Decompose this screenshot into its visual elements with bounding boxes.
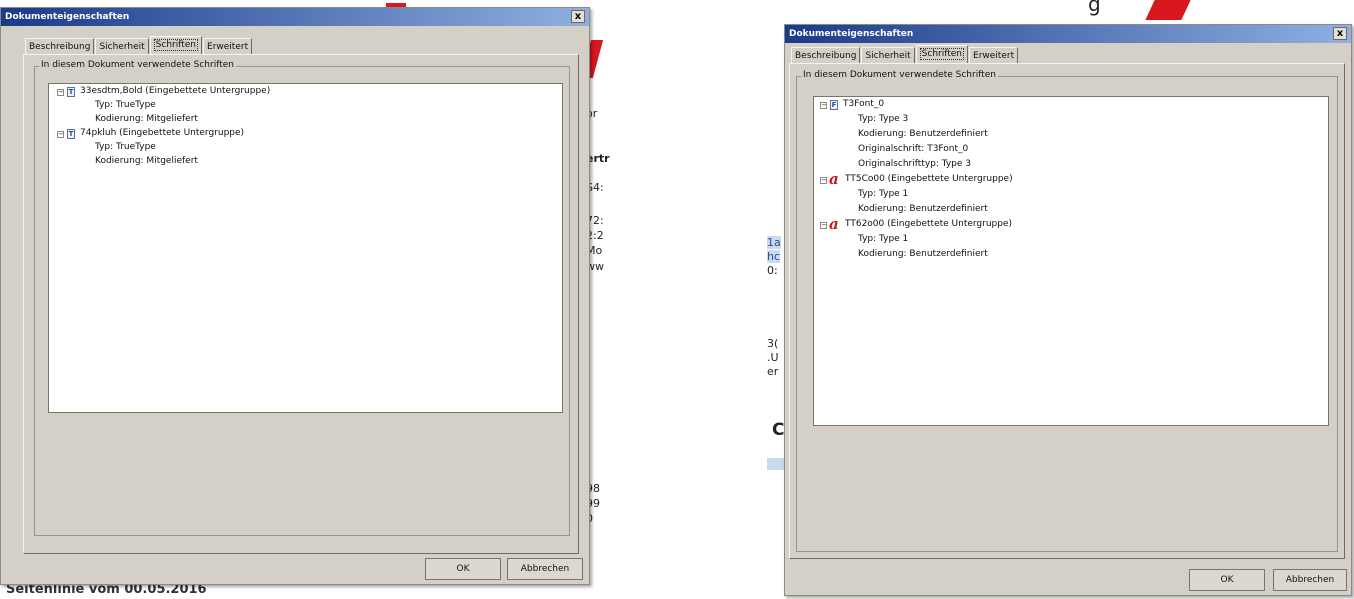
font-type: Typ: TrueType <box>95 100 156 110</box>
bg-text: hc <box>767 250 781 263</box>
tab-schriften[interactable]: Schriften <box>149 36 203 55</box>
bg-text: er <box>767 365 779 378</box>
font-encoding: Kodierung: Benutzerdefiniert <box>858 129 988 139</box>
truetype-font-icon: T <box>67 129 75 139</box>
collapse-icon[interactable]: − <box>820 222 827 229</box>
font-name[interactable]: 74pkluh (Eingebettete Untergruppe) <box>80 128 244 138</box>
font-name[interactable]: T3Font_0 <box>843 99 884 109</box>
bg-text: 3( <box>767 337 779 350</box>
tab-sicherheit[interactable]: Sicherheit <box>861 47 915 64</box>
tab-beschreibung[interactable]: Beschreibung <box>791 47 861 64</box>
font-name[interactable]: 33esdtm,Bold (Eingebettete Untergruppe) <box>80 86 270 96</box>
bg-heading: C <box>772 420 785 440</box>
tab-bar: Beschreibung Sicherheit Schriften Erweit… <box>25 36 253 55</box>
font-tree[interactable]: − T 33esdtm,Bold (Eingebettete Untergrup… <box>48 83 563 413</box>
dialog-title-bar[interactable]: Dokumenteigenschaften <box>785 25 1351 43</box>
tab-erweitert[interactable]: Erweitert <box>203 38 253 55</box>
close-button[interactable]: x <box>571 10 585 23</box>
tab-panel: In diesem Dokument verwendete Schriften … <box>23 54 579 554</box>
font-encoding: Kodierung: Mitgeliefert <box>95 114 198 124</box>
cancel-button[interactable]: Abbrechen <box>507 558 583 580</box>
tab-label: Schriften <box>153 39 199 51</box>
document-properties-dialog: Dokumenteigenschaften x Beschreibung Sic… <box>0 7 590 585</box>
font-original-type: Originalschrifttyp: Type 3 <box>858 159 972 169</box>
fonts-groupbox: In diesem Dokument verwendete Schriften … <box>796 70 1338 552</box>
dialog-title: Dokumenteigenschaften <box>789 29 914 39</box>
font-encoding: Kodierung: Mitgeliefert <box>95 156 198 166</box>
font-original-name: Originalschrift: T3Font_0 <box>858 144 969 154</box>
collapse-icon[interactable]: − <box>820 102 827 109</box>
tab-label: Schriften <box>919 48 965 60</box>
dialog-title: Dokumenteigenschaften <box>5 12 130 22</box>
type1-font-icon: a <box>829 170 839 188</box>
close-button[interactable]: x <box>1333 27 1347 40</box>
truetype-font-icon: T <box>67 87 75 97</box>
tab-schriften[interactable]: Schriften <box>915 45 969 64</box>
fonts-groupbox: In diesem Dokument verwendete Schriften … <box>34 60 570 536</box>
bg-text: 0: <box>767 264 778 277</box>
font-type: Typ: Type 1 <box>858 189 909 199</box>
font-type: Typ: Type 1 <box>858 234 909 244</box>
font-encoding: Kodierung: Benutzerdefiniert <box>858 204 988 214</box>
font-encoding: Kodierung: Benutzerdefiniert <box>858 249 988 259</box>
ok-button[interactable]: OK <box>1189 569 1265 591</box>
type1-font-icon: a <box>829 215 839 233</box>
groupbox-label: In diesem Dokument verwendete Schriften <box>39 60 236 70</box>
collapse-icon[interactable]: − <box>57 89 64 96</box>
dialog-title-bar[interactable]: Dokumenteigenschaften <box>1 8 589 26</box>
font-name[interactable]: TT62o00 (Eingebettete Untergruppe) <box>845 219 1012 229</box>
tab-sicherheit[interactable]: Sicherheit <box>95 38 149 55</box>
ok-button[interactable]: OK <box>425 558 501 580</box>
collapse-icon[interactable]: − <box>57 131 64 138</box>
tab-beschreibung[interactable]: Beschreibung <box>25 38 95 55</box>
font-type: Typ: Type 3 <box>858 114 909 124</box>
groupbox-label: In diesem Dokument verwendete Schriften <box>801 70 998 80</box>
bg-text: .U <box>767 351 779 364</box>
tab-bar: Beschreibung Sicherheit Schriften Erweit… <box>791 45 1019 64</box>
font-name[interactable]: TT5Co00 (Eingebettete Untergruppe) <box>845 174 1013 184</box>
cancel-button[interactable]: Abbrechen <box>1273 569 1347 591</box>
font-type: Typ: TrueType <box>95 142 156 152</box>
collapse-icon[interactable]: − <box>820 177 827 184</box>
font-tree[interactable]: − F T3Font_0 Typ: Type 3 Kodierung: Benu… <box>813 96 1329 426</box>
tab-erweitert[interactable]: Erweitert <box>969 47 1019 64</box>
bg-text: g <box>1088 0 1101 16</box>
document-properties-dialog: Dokumenteigenschaften x Beschreibung Sic… <box>784 24 1352 596</box>
tab-panel: In diesem Dokument verwendete Schriften … <box>789 63 1345 559</box>
bg-text: 1a <box>767 236 781 249</box>
type3-font-icon: F <box>830 100 838 110</box>
red-logo-fragment <box>1145 0 1191 20</box>
